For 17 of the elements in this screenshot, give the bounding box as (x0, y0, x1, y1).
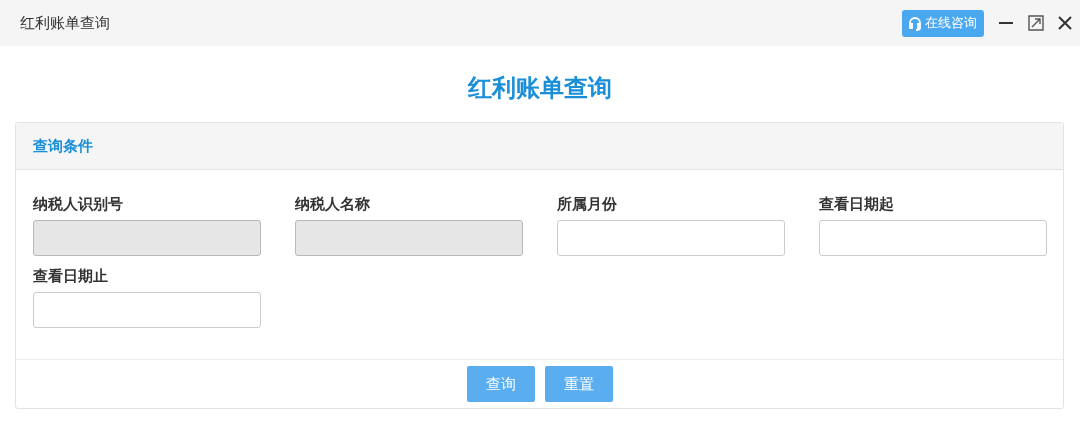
online-consult-button[interactable]: 在线咨询 (902, 9, 984, 37)
window-title: 红利账单查询 (20, 13, 110, 33)
close-icon[interactable] (1058, 16, 1072, 30)
reset-button[interactable]: 重置 (544, 366, 613, 402)
search-button[interactable]: 查询 (466, 366, 535, 402)
input-field[interactable] (33, 292, 261, 328)
field-label: 所属月份 (557, 194, 617, 214)
input-field[interactable] (557, 220, 785, 256)
field-label: 纳税人识别号 (33, 194, 123, 214)
field-label: 查看日期起 (819, 194, 894, 214)
input-field[interactable] (819, 220, 1047, 256)
field-label: 查看日期止 (33, 266, 108, 286)
page-heading: 红利账单查询 (468, 73, 612, 104)
maximize-icon[interactable] (1028, 15, 1044, 31)
headset-icon (907, 15, 923, 31)
panel-title: 查询条件 (33, 136, 93, 156)
field-label: 纳税人名称 (295, 194, 370, 214)
